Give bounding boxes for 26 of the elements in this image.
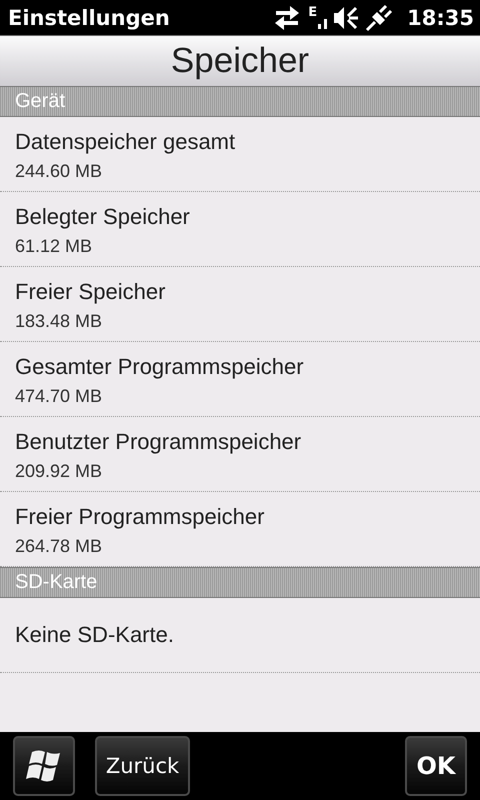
speaker-muted-icon (333, 4, 360, 30)
app-title: Einstellungen (8, 6, 170, 30)
clock-time: 18:35 (407, 6, 474, 30)
setting-value: 264.78 MB (15, 536, 104, 557)
setting-label: Freier Programmspeicher (15, 504, 266, 530)
setting-value: 183.48 MB (15, 311, 104, 332)
setting-label: Freier Speicher (15, 279, 166, 305)
setting-label: Belegter Speicher (15, 204, 191, 230)
setting-value: 244.60 MB (15, 161, 104, 182)
setting-value: 209.92 MB (15, 461, 104, 482)
section-title: SD-Karte (15, 571, 98, 594)
setting-label: Gesamter Programmspeicher (15, 354, 305, 380)
setting-label: Keine SD-Karte. (15, 622, 175, 648)
setting-label: Benutzter Programmspeicher (15, 429, 302, 455)
start-button[interactable] (13, 736, 75, 796)
setting-label: Datenspeicher gesamt (15, 129, 236, 155)
setting-value: 474.70 MB (15, 386, 104, 407)
network-type-icon: E (308, 4, 318, 20)
signal-bars-icon (318, 18, 328, 28)
windows-flag-icon (26, 749, 62, 783)
back-button[interactable]: Zurück (95, 736, 190, 796)
plug-icon (365, 4, 394, 32)
ok-button[interactable]: OK (405, 736, 467, 796)
setting-value: 61.12 MB (15, 236, 94, 257)
page-title: Speicher (170, 41, 310, 81)
section-title: Gerät (15, 90, 66, 113)
